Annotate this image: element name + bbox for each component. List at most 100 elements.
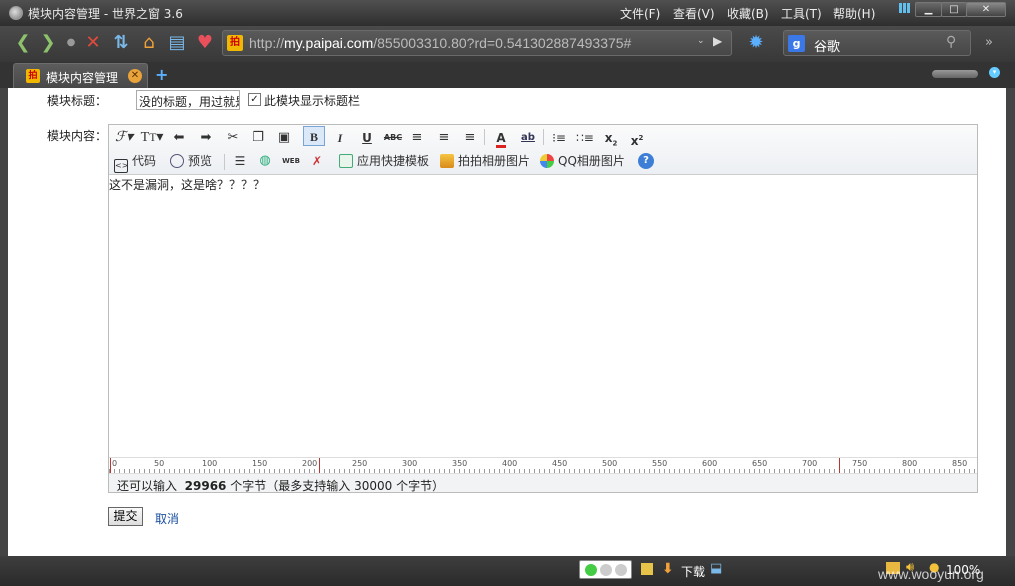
subscript-icon[interactable]: x2 (601, 128, 621, 148)
address-bar[interactable]: 拍 http://my.paipai.com/855003310.80?rd=0… (222, 30, 732, 56)
window-layout-icon[interactable] (899, 3, 911, 13)
rich-text-editor: ℱ▾ TT▾ ⬅ ➡ ✂ ❐ ▣ B I U ABC ≡ ≡ ≡ A ab ⁝≡… (108, 124, 978, 493)
search-engine-name[interactable]: 谷歌 (814, 36, 840, 55)
module-title-input[interactable]: 没的标题，用过就是。。 (136, 90, 240, 110)
preview-button[interactable]: 预览 (170, 151, 212, 171)
photo-album-icon (440, 154, 454, 168)
highlight-color-icon[interactable]: ab (517, 128, 539, 148)
bullet-list-icon[interactable]: ∷≡ (575, 128, 595, 148)
magnifier-search-icon[interactable]: ⚲ (946, 34, 956, 50)
numbered-list-icon[interactable]: ⁝≡ (549, 128, 569, 148)
code-button[interactable]: <> 代码 (114, 151, 156, 173)
undo-arrow-icon[interactable]: ⬅ (168, 128, 190, 148)
bold-icon[interactable]: B (303, 126, 325, 146)
tab-bar: 拍 模块内容管理 ✕ + ▾ (0, 62, 1015, 88)
tab-close-icon[interactable]: ✕ (128, 69, 142, 83)
show-title-label[interactable]: 此模块显示标题栏 (264, 92, 360, 109)
insert-image-icon[interactable]: ◍ (256, 151, 274, 171)
menu-favorites[interactable]: 收藏(B) (727, 5, 769, 22)
ruler-label: 200 (302, 459, 318, 468)
close-window-button[interactable]: ✕ (966, 2, 1006, 17)
font-family-icon[interactable]: ℱ▾ (112, 128, 136, 148)
clear-format-icon[interactable]: ✗ (308, 151, 326, 171)
align-center-icon[interactable]: ≡ (434, 128, 454, 148)
editor-toolbar: ℱ▾ TT▾ ⬅ ➡ ✂ ❐ ▣ B I U ABC ≡ ≡ ≡ A ab ⁝≡… (109, 125, 977, 175)
qq-photo-icon (540, 154, 554, 168)
window-title: 模块内容管理 - 世界之窗 3.6 (28, 7, 183, 21)
quick-template-button[interactable]: 应用快捷模板 (339, 151, 429, 171)
download-label[interactable]: 下载 (681, 563, 705, 580)
align-left-icon[interactable]: ≡ (407, 128, 427, 148)
ruler-label: 0 (112, 459, 118, 468)
ruler-label: 700 (802, 459, 818, 468)
maximize-button[interactable]: □ (941, 2, 967, 17)
underline-icon[interactable]: U (357, 128, 377, 148)
ruler-label: 100 (202, 459, 218, 468)
url-text[interactable]: http://my.paipai.com/855003310.80?rd=0.5… (249, 35, 631, 51)
message-icon[interactable] (641, 563, 653, 575)
submit-button[interactable]: 提交 (108, 507, 143, 526)
template-icon (339, 154, 353, 168)
heart-favorite-icon[interactable]: ♥ (194, 32, 216, 54)
url-history-dropdown-icon[interactable]: ⌄ (697, 36, 705, 46)
tab-title: 模块内容管理 (46, 71, 119, 85)
double-chevron-right-icon[interactable]: » (985, 35, 993, 50)
minimize-button[interactable]: ▁ (915, 2, 942, 17)
status-bar: ⬇ 下载 ⬓ 🔊︎ ● 100% www.wooyun.org (0, 556, 1015, 586)
app-globe-icon (9, 6, 23, 20)
clipboard-icon[interactable]: ▤ (166, 32, 188, 54)
ruler-label: 600 (702, 459, 718, 468)
save-page-icon[interactable]: ⬓ (710, 561, 722, 576)
max-bytes: 30000 (354, 479, 393, 493)
code-icon: <> (114, 159, 128, 173)
split-view-icon[interactable]: ⇅ (110, 32, 132, 54)
status-dot-green (585, 564, 597, 576)
paste-icon[interactable]: ▣ (273, 128, 295, 148)
status-dot-gray (600, 564, 612, 576)
strikethrough-icon[interactable]: ABC (382, 128, 404, 148)
new-tab-plus-icon[interactable]: + (155, 65, 168, 84)
ruler-label: 800 (902, 459, 918, 468)
module-content-label: 模块内容： (47, 129, 108, 143)
search-engine-google-icon[interactable]: g (788, 35, 805, 52)
search-box[interactable]: g 谷歌 ⚲ (783, 30, 971, 56)
cancel-link[interactable]: 取消 (155, 510, 179, 527)
help-question-icon[interactable]: ? (638, 153, 654, 169)
toolbar-separator (224, 154, 225, 170)
show-title-checkbox[interactable]: ✓ (248, 93, 261, 106)
menu-help[interactable]: 帮助(H) (833, 5, 875, 22)
download-arrow-icon[interactable]: ⬇ (662, 561, 674, 577)
redo-arrow-icon[interactable]: ➡ (195, 128, 217, 148)
font-size-icon[interactable]: TT▾ (140, 128, 164, 148)
qq-album-button[interactable]: QQ相册图片 (540, 151, 625, 171)
font-color-icon[interactable]: A (491, 128, 511, 148)
gear-icon[interactable]: ✹ (745, 32, 767, 54)
editor-content-area[interactable]: 这不是漏洞，这是啥？？？？ (109, 175, 977, 457)
align-right-icon[interactable]: ≡ (460, 128, 480, 148)
char-count-status: 还可以输入 29966 个字节（最多支持输入 30000 个字节） (109, 473, 977, 493)
menu-file[interactable]: 文件(F) (620, 5, 660, 22)
go-arrow-icon[interactable]: ▶ (713, 34, 722, 48)
refresh-icon[interactable]: ● (60, 32, 82, 54)
status-toggle-switch[interactable] (579, 560, 632, 579)
menu-view[interactable]: 查看(V) (673, 5, 715, 22)
paipai-album-button[interactable]: 拍拍相册图片 (440, 151, 530, 171)
stop-icon[interactable]: ✕ (82, 32, 104, 54)
ruler-width-marker (839, 458, 840, 474)
superscript-icon[interactable]: x2 (627, 128, 647, 148)
page-viewport: 模块标题： 没的标题，用过就是。。 ✓ 此模块显示标题栏 模块内容： ℱ▾ TT… (8, 88, 1006, 556)
ruler-start-marker (110, 458, 111, 474)
table-icon[interactable]: ☰ (231, 151, 249, 171)
home-icon[interactable]: ⌂ (138, 32, 160, 54)
tab-scroll-handle[interactable] (932, 70, 978, 78)
tab-list-menu-icon[interactable]: ▾ (989, 67, 1000, 78)
menu-tools[interactable]: 工具(T) (781, 5, 822, 22)
forward-arrow-icon[interactable]: ❯ (37, 32, 59, 54)
cut-scissors-icon[interactable]: ✂ (222, 128, 244, 148)
tab-favicon-icon: 拍 (26, 69, 40, 83)
tab-module-content[interactable]: 拍 模块内容管理 ✕ (13, 63, 148, 88)
back-arrow-icon[interactable]: ❮ (12, 32, 34, 54)
copy-icon[interactable]: ❐ (247, 128, 269, 148)
web-embed-icon[interactable]: WEB (282, 151, 300, 171)
italic-icon[interactable]: I (330, 128, 350, 148)
